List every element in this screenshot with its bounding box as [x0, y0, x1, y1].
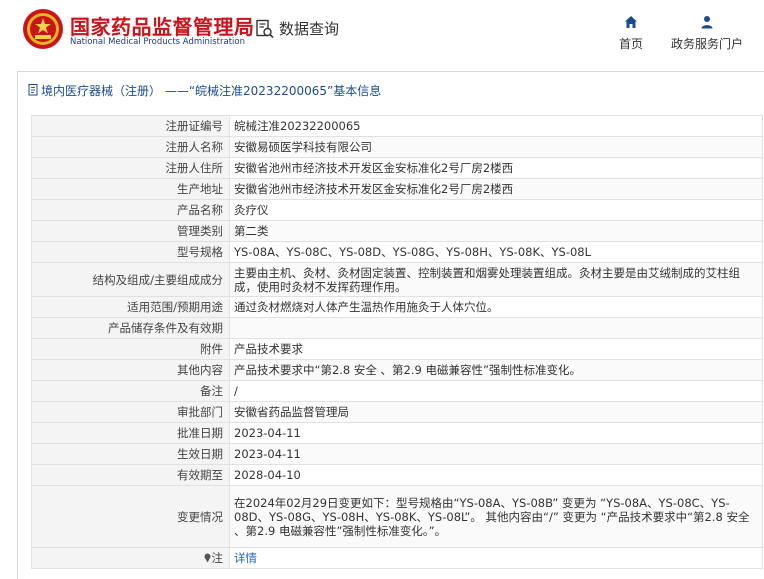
registration-info-table: 注册证编号 皖械注准20232200065 注册人名称 安徽易硕医学科技有限公司…: [31, 115, 763, 569]
detail-panel: 境内医疗器械（注册） ——“皖械注准20232200065”基本信息 注册证编号…: [17, 71, 764, 579]
home-icon: [625, 16, 637, 28]
field-value: 主要由主机、灸材、灸材固定装置、控制装置和烟雾处理装置组成。灸材主要是由艾绒制成…: [229, 262, 763, 297]
field-value: 通过灸材燃烧对人体产生温热作用施灸于人体穴位。: [229, 296, 763, 318]
table-row: 结构及组成/主要组成成分 主要由主机、灸材、灸材固定装置、控制装置和烟雾处理装置…: [31, 262, 763, 297]
data-query-label: 数据查询: [279, 20, 340, 38]
field-label: 产品储存条件及有效期: [31, 317, 230, 339]
field-label: 批准日期: [31, 422, 230, 444]
field-value: YS-08A、YS-08C、YS-08D、YS-08G、YS-08H、YS-08…: [229, 241, 763, 263]
nav-gov-label: 政务服务门户: [670, 37, 743, 51]
field-value: 皖械注准20232200065: [229, 115, 763, 137]
details-link[interactable]: 详情: [234, 551, 257, 565]
national-emblem-logo[interactable]: [22, 8, 64, 50]
panel-title-bar: 境内医疗器械（注册） ——“皖械注准20232200065”基本信息: [18, 72, 764, 108]
field-label: 变更情况: [31, 485, 230, 548]
brand-title-cn: 国家药品监督管理局: [70, 15, 255, 39]
document-search-icon: [256, 19, 274, 38]
field-value: 2023-04-11: [229, 443, 763, 465]
document-icon: [28, 84, 38, 96]
table-row: 管理类别 第二类: [31, 220, 763, 242]
field-value: 第二类: [229, 220, 763, 242]
field-value: 在2024年02月29日变更如下：型号规格由“YS-08A、YS-08B” 变更…: [229, 485, 763, 548]
table-row-note: 注 详情: [31, 547, 763, 569]
note-label: 注: [211, 551, 224, 565]
info-pin-icon: [204, 553, 210, 563]
field-label: 审批部门: [31, 401, 230, 423]
field-value: 灸疗仪: [229, 199, 763, 221]
table-row: 其他内容 产品技术要求中“第2.8 安全 、第2.9 电磁兼容性”强制性标准变化…: [31, 359, 763, 381]
field-value: /: [229, 380, 763, 402]
field-label: 注册人名称: [31, 136, 230, 158]
nav-home-label: 首页: [618, 37, 643, 51]
site-header: 国家药品监督管理局 National Medical Products Admi…: [0, 0, 764, 62]
table-row: 生产地址 安徽省池州市经济技术开发区金安标准化2号厂房2楼西: [31, 178, 763, 200]
field-label: 生效日期: [31, 443, 230, 465]
field-label: 其他内容: [31, 359, 230, 381]
field-label: 管理类别: [31, 220, 230, 242]
nav-gov-service-portal[interactable]: 政务服务门户: [668, 14, 746, 52]
table-row: 产品储存条件及有效期: [31, 317, 763, 339]
table-row: 适用范围/预期用途 通过灸材燃烧对人体产生温热作用施灸于人体穴位。: [31, 296, 763, 318]
field-label: 适用范围/预期用途: [31, 296, 230, 318]
table-row: 生效日期 2023-04-11: [31, 443, 763, 465]
table-row: 注册证编号 皖械注准20232200065: [31, 115, 763, 137]
field-label: 有效期至: [31, 464, 230, 486]
field-value: 2023-04-11: [229, 422, 763, 444]
table-row: 附件 产品技术要求: [31, 338, 763, 360]
field-value: 产品技术要求中“第2.8 安全 、第2.9 电磁兼容性”强制性标准变化。: [229, 359, 763, 381]
table-row: 变更情况 在2024年02月29日变更如下：型号规格由“YS-08A、YS-08…: [31, 485, 763, 548]
panel-title: 境内医疗器械（注册） ——“皖械注准20232200065”基本信息: [41, 83, 382, 98]
field-value: 安徽易硕医学科技有限公司: [229, 136, 763, 158]
field-value: 2028-04-10: [229, 464, 763, 486]
note-value-cell: 详情: [229, 547, 763, 569]
data-query-link[interactable]: 数据查询: [255, 18, 339, 39]
table-row: 注册人住所 安徽省池州市经济技术开发区金安标准化2号厂房2楼西: [31, 157, 763, 179]
table-row: 型号规格 YS-08A、YS-08C、YS-08D、YS-08G、YS-08H、…: [31, 241, 763, 263]
table-row: 有效期至 2028-04-10: [31, 464, 763, 486]
field-value: 产品技术要求: [229, 338, 763, 360]
field-label: 型号规格: [31, 241, 230, 263]
table-row: 批准日期 2023-04-11: [31, 422, 763, 444]
field-value: [229, 317, 763, 339]
field-label: 生产地址: [31, 178, 230, 200]
note-label-cell: 注: [31, 547, 230, 569]
field-value: 安徽省池州市经济技术开发区金安标准化2号厂房2楼西: [229, 157, 763, 179]
table-row: 注册人名称 安徽易硕医学科技有限公司: [31, 136, 763, 158]
field-label: 结构及组成/主要组成成分: [31, 262, 230, 297]
field-value: 安徽省药品监督管理局: [229, 401, 763, 423]
nav-home[interactable]: 首页: [614, 14, 648, 52]
table-row: 产品名称 灸疗仪: [31, 199, 763, 221]
field-label: 注册人住所: [31, 157, 230, 179]
brand-title-en: National Medical Products Administration: [70, 37, 245, 47]
field-label: 注册证编号: [31, 115, 230, 137]
table-row: 备注 /: [31, 380, 763, 402]
field-label: 产品名称: [31, 199, 230, 221]
field-label: 备注: [31, 380, 230, 402]
field-value: 安徽省池州市经济技术开发区金安标准化2号厂房2楼西: [229, 178, 763, 200]
field-label: 附件: [31, 338, 230, 360]
user-icon: [701, 16, 713, 29]
table-row: 审批部门 安徽省药品监督管理局: [31, 401, 763, 423]
